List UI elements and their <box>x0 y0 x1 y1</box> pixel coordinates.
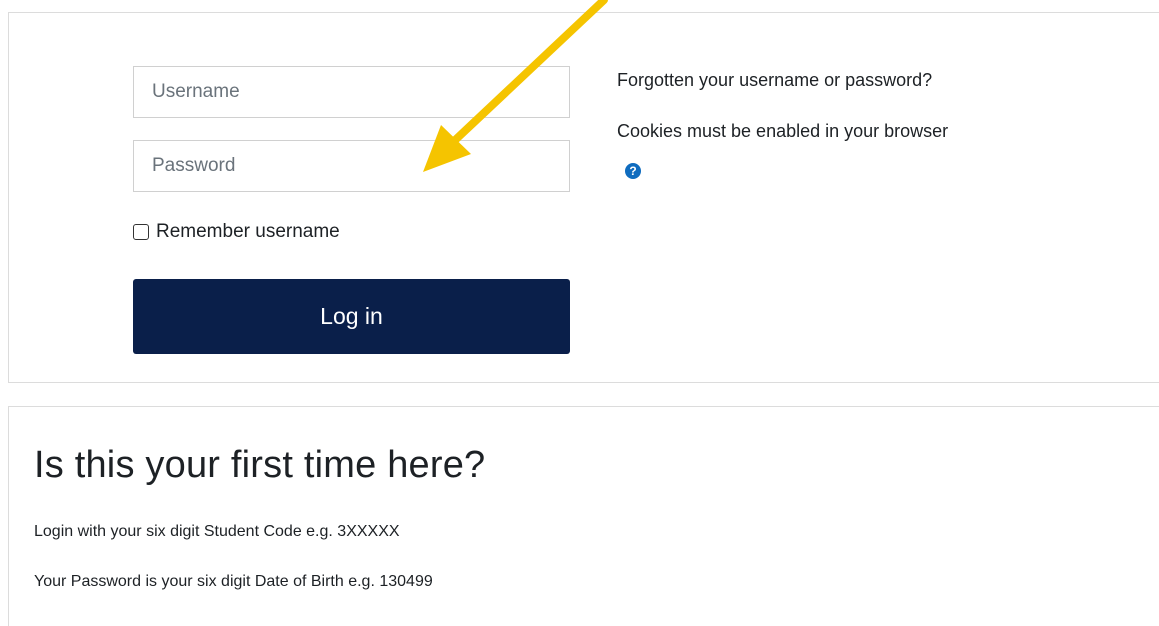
first-time-card <box>8 406 1159 626</box>
forgot-credentials-link[interactable]: Forgotten your username or password? <box>617 70 932 91</box>
username-input[interactable] <box>133 66 570 118</box>
cookies-notice: Cookies must be enabled in your browser <box>617 121 949 141</box>
remember-username-label: Remember username <box>156 221 340 242</box>
login-page: Remember username Log in Forgotten your … <box>0 0 1159 626</box>
first-time-heading: Is this your first time here? <box>34 444 486 486</box>
first-time-instruction-password: Your Password is your six digit Date of … <box>34 573 433 590</box>
login-button[interactable]: Log in <box>133 279 570 354</box>
remember-username-checkbox[interactable] <box>133 224 149 240</box>
remember-username[interactable]: Remember username <box>133 219 340 245</box>
first-time-instruction-username: Login with your six digit Student Code e… <box>34 523 400 540</box>
password-input[interactable] <box>133 140 570 192</box>
question-circle-icon[interactable]: ? <box>625 163 641 179</box>
